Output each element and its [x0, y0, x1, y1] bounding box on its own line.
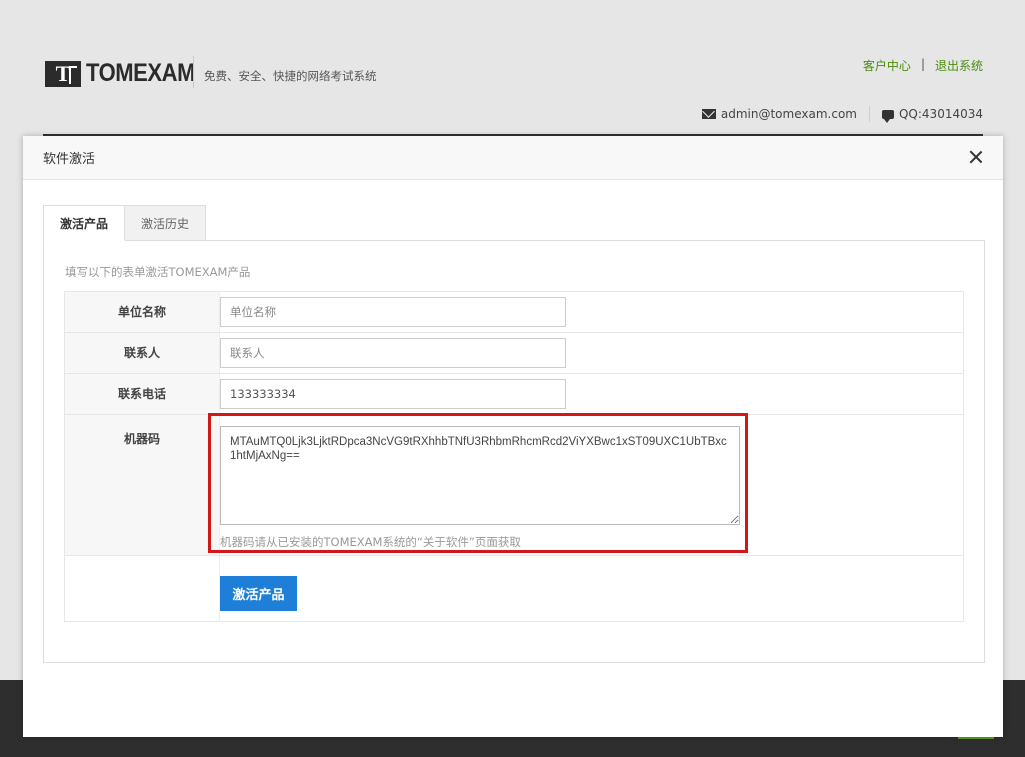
- form-hint: 填写以下的表单激活TOMEXAM产品: [65, 265, 251, 279]
- mail-icon: [701, 109, 716, 119]
- link-separator: |: [920, 57, 925, 71]
- contact-info: admin@tomexam.com QQ:43014034: [701, 106, 983, 123]
- machine-code-label: 机器码: [64, 414, 220, 556]
- phone-input[interactable]: [220, 379, 566, 409]
- phone-label: 联系电话: [64, 373, 220, 415]
- form-row-contact: 联系人: [64, 332, 964, 374]
- activation-panel: 填写以下的表单激活TOMEXAM产品 单位名称 联系人 联系电话: [43, 240, 985, 663]
- contact-divider: [868, 106, 870, 122]
- logo[interactable]: T TOMEXAM: [45, 59, 210, 88]
- contact-label: 联系人: [64, 332, 220, 374]
- activate-product-button[interactable]: 激活产品: [220, 576, 297, 611]
- org-name-input[interactable]: [220, 297, 566, 327]
- close-icon[interactable]: [967, 148, 985, 166]
- modal-header: 软件激活: [23, 136, 1003, 180]
- top-links: 客户中心 | 退出系统: [863, 57, 983, 74]
- modal-title: 软件激活: [43, 152, 96, 167]
- contact-input[interactable]: [220, 338, 566, 368]
- form-row-org: 单位名称: [64, 291, 964, 333]
- tab-activate-product[interactable]: 激活产品: [43, 205, 126, 241]
- form-row-submit: 激活产品: [64, 555, 964, 622]
- machine-code-help: 机器码请从已安装的TOMEXAM系统的“关于软件”页面获取: [220, 535, 521, 549]
- modal-tabs: 激活产品 激活历史: [43, 205, 207, 241]
- activation-modal: 软件激活 激活产品 激活历史 填写以下的表单激活TOMEXAM产品 单位名称 联…: [23, 136, 1003, 737]
- logo-divider: [193, 56, 194, 88]
- customer-center-link[interactable]: 客户中心: [863, 57, 911, 74]
- machine-code-textarea[interactable]: MTAuMTQ0Ljk3LjktRDpca3NcVG9tRXhhbTNfU3Rh…: [220, 426, 740, 525]
- org-name-label: 单位名称: [64, 291, 220, 333]
- contact-email: admin@tomexam.com: [720, 107, 857, 121]
- logo-text: TOMEXAM: [86, 59, 195, 87]
- slogan: 免费、安全、快捷的网络考试系统: [204, 69, 377, 83]
- chat-icon: [881, 109, 894, 123]
- logo-mark: T: [45, 60, 81, 87]
- contact-qq: QQ:43014034: [898, 107, 983, 121]
- form-row-phone: 联系电话: [64, 373, 964, 415]
- form-row-machine-code: 机器码 MTAuMTQ0Ljk3LjktRDpca3NcVG9tRXhhbTNf…: [64, 413, 964, 556]
- logout-link[interactable]: 退出系统: [935, 57, 983, 74]
- tab-activation-history[interactable]: 激活历史: [125, 205, 207, 241]
- activation-form: 单位名称 联系人 联系电话 机器码: [64, 291, 964, 622]
